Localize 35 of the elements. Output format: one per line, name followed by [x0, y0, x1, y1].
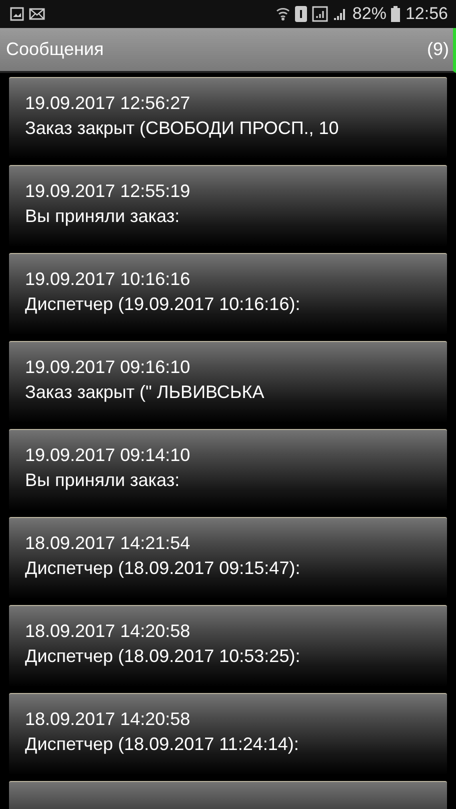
message-date: 18.09.2017 14:21:54 — [25, 532, 192, 554]
message-card[interactable]: 19.09.2017 09:14:10 Вы приняли заказ: — [9, 429, 447, 511]
message-card[interactable]: 18.09.2017 14:20:58 Диспетчер (18.09.2017 11:24:14): — [9, 693, 447, 775]
signal-icon — [333, 7, 348, 21]
message-text: Заказ закрыт (" ЛЬВИВСЬКА — [25, 381, 266, 403]
message-count: (9) — [427, 39, 449, 60]
clock: 12:56 — [405, 4, 448, 24]
message-text: Заказ закрыт (СВОБОДИ ПРОСП., 10 — [25, 117, 340, 139]
signal-box-icon — [312, 6, 328, 22]
message-card[interactable]: 19.09.2017 12:56:27 Заказ закрыт (СВОБОДИ ПРОСП., 10 — [9, 77, 447, 159]
message-date: 18.09.2017 14:20:58 — [25, 708, 192, 730]
battery-percent: 82% — [352, 4, 386, 24]
message-date: 19.09.2017 09:16:10 — [25, 356, 192, 378]
message-text: Вы приняли заказ: — [25, 469, 181, 491]
image-icon — [10, 7, 24, 21]
message-date: 19.09.2017 12:55:19 — [25, 180, 192, 202]
message-date: 19.09.2017 12:56:27 — [25, 92, 192, 114]
wifi-icon — [276, 6, 290, 22]
battery-icon — [391, 6, 400, 22]
message-card[interactable]: 18.09.2017 14:20:58 Диспетчер (18.09.2017 10:53:25): — [9, 605, 447, 687]
message-text: Вы приняли заказ: — [25, 205, 181, 227]
message-text: Диспетчер (18.09.2017 10:53:25): — [25, 645, 302, 667]
message-date: 19.09.2017 09:14:10 — [25, 444, 192, 466]
message-date: 19.09.2017 10:16:16 — [25, 268, 192, 290]
message-card[interactable]: 19.09.2017 10:16:16 Диспетчер (19.09.2017 10:16:16): — [9, 253, 447, 335]
message-text: Диспетчер (18.09.2017 09:15:47): — [25, 557, 302, 579]
message-text: Диспетчер (18.09.2017 11:24:14): — [25, 733, 300, 755]
message-card[interactable]: 19.09.2017 12:55:19 Вы приняли заказ: — [9, 165, 447, 247]
message-card[interactable]: 19.09.2017 09:16:10 Заказ закрыт (" ЛЬВИВСЬКА — [9, 341, 447, 423]
message-text: Диспетчер (19.09.2017 10:16:16): — [25, 293, 302, 315]
screen-title: Сообщения — [6, 39, 104, 60]
sim-icon — [295, 6, 308, 22]
mail-icon — [29, 8, 45, 20]
message-date: 18.09.2017 14:20:58 — [25, 620, 192, 642]
message-card[interactable]: 18.09.2017 14:21:54 Диспетчер (18.09.2017 09:15:47): — [9, 517, 447, 599]
